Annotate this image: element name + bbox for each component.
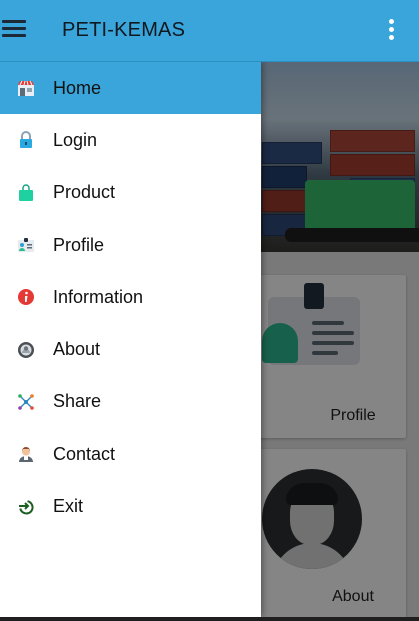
nav-item-label: Contact — [53, 443, 116, 464]
store-icon — [18, 80, 34, 97]
share-icon — [18, 394, 34, 410]
nav-item-label: Login — [53, 129, 98, 150]
nav-item-label: Share — [53, 391, 102, 412]
nav-item-share[interactable]: Share — [0, 376, 261, 428]
nav-item-label: Profile — [53, 234, 105, 255]
nav-item-label: About — [53, 339, 101, 360]
app-bar: PETI-KEMAS — [0, 0, 419, 62]
nav-item-home[interactable]: Home — [0, 62, 261, 115]
app-title: PETI-KEMAS — [62, 19, 186, 41]
nav-item-profile[interactable]: Profile — [0, 219, 261, 271]
nav-item-label: Product — [53, 182, 116, 203]
lock-icon — [20, 131, 32, 149]
nav-item-label: Information — [53, 286, 144, 307]
contact-person-icon — [19, 447, 33, 463]
more-vert-icon[interactable] — [387, 19, 395, 43]
nav-item-login[interactable]: Login — [0, 114, 261, 166]
nav-item-information[interactable]: Information — [0, 271, 261, 323]
navigation-drawer: Home Login Product Profile Information A… — [0, 62, 261, 617]
nav-item-exit[interactable]: Exit — [0, 480, 261, 532]
exit-icon — [19, 499, 34, 515]
nav-item-contact[interactable]: Contact — [0, 428, 261, 480]
nav-item-product[interactable]: Product — [0, 167, 261, 219]
hamburger-menu-icon[interactable] — [2, 20, 26, 40]
shopping-bag-icon — [19, 184, 33, 201]
nav-item-label: Exit — [53, 496, 84, 517]
nav-item-label: Home — [53, 77, 102, 98]
info-icon — [18, 289, 34, 306]
id-card-icon — [18, 238, 34, 253]
nav-item-about[interactable]: About — [0, 323, 261, 375]
bottom-edge-bar — [0, 617, 419, 621]
about-icon — [18, 341, 34, 358]
